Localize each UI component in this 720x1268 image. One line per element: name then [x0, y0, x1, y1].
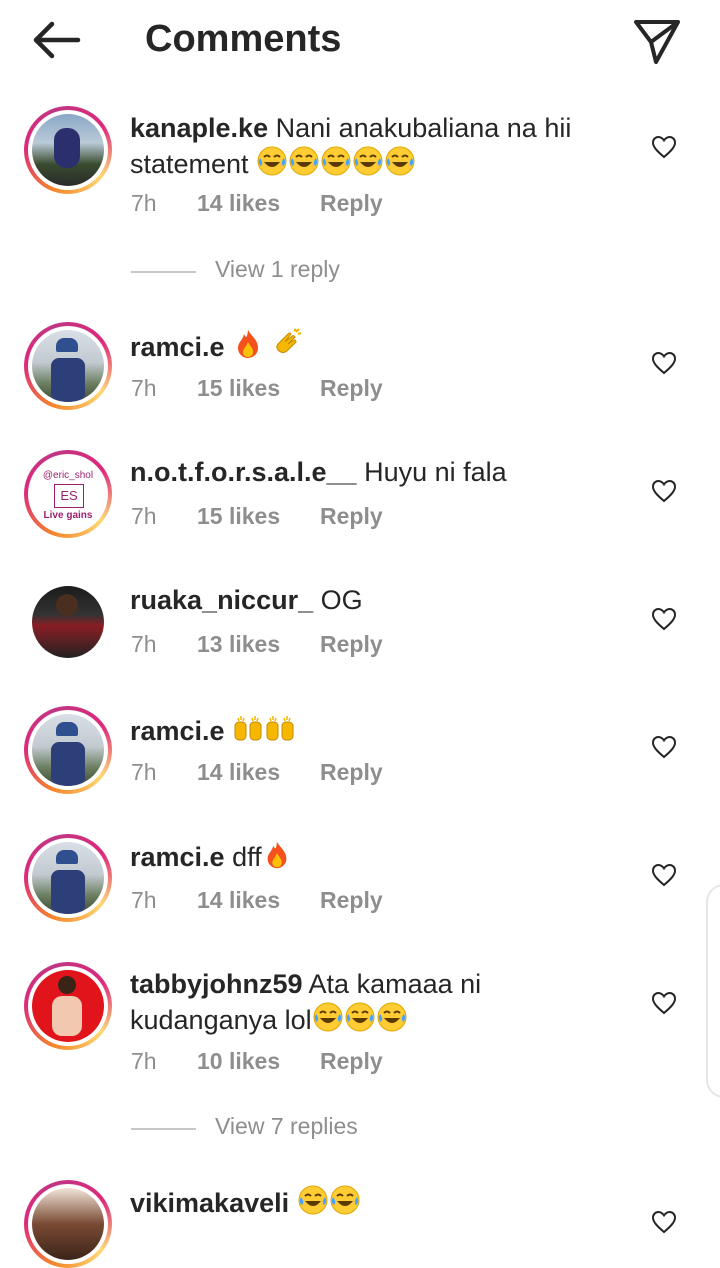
likes-count[interactable]: 14 likes: [197, 190, 280, 217]
comment-time: 7h: [131, 503, 157, 529]
scroll-handle[interactable]: [706, 884, 720, 1098]
comment-username[interactable]: kanaple.ke: [130, 113, 268, 143]
tears-of-joy-emoji: [256, 149, 416, 179]
send-icon[interactable]: [630, 16, 684, 66]
comment-time: 7h: [131, 631, 157, 657]
avatar[interactable]: [24, 706, 112, 794]
fire-emoji: [232, 332, 264, 362]
page-title: Comments: [145, 18, 342, 60]
comment-username[interactable]: n.o.t.f.o.r.s.a.l.e__: [130, 457, 357, 487]
comment-time: 7h: [131, 1048, 157, 1074]
heart-icon[interactable]: [651, 1210, 677, 1234]
avatar[interactable]: [24, 1180, 112, 1268]
comment-time: 7h: [131, 759, 157, 785]
likes-count[interactable]: 14 likes: [197, 759, 280, 786]
tears-of-joy-emoji: [297, 1188, 361, 1218]
back-arrow-icon[interactable]: [28, 18, 84, 62]
avatar[interactable]: [24, 962, 112, 1050]
comment-text: Huyu ni fala: [364, 457, 507, 487]
likes-count[interactable]: 15 likes: [197, 375, 280, 402]
likes-count[interactable]: 13 likes: [197, 631, 280, 658]
reply-button[interactable]: Reply: [320, 375, 383, 402]
comment-time: 7h: [131, 190, 157, 216]
heart-icon[interactable]: [651, 135, 677, 159]
heart-icon[interactable]: [651, 735, 677, 759]
divider: [131, 271, 196, 273]
likes-count[interactable]: 15 likes: [197, 503, 280, 530]
comment-time: 7h: [131, 887, 157, 913]
likes-count[interactable]: 14 likes: [197, 887, 280, 914]
avatar[interactable]: [24, 834, 112, 922]
reply-button[interactable]: Reply: [320, 190, 383, 217]
reply-button[interactable]: Reply: [320, 503, 383, 530]
reply-button[interactable]: Reply: [320, 1048, 383, 1075]
comment-username[interactable]: tabbyjohnz59: [130, 969, 303, 999]
comment-username[interactable]: vikimakaveli: [130, 1188, 289, 1218]
comment-time: 7h: [131, 375, 157, 401]
heart-icon[interactable]: [651, 351, 677, 375]
divider: [131, 1128, 196, 1130]
clapping-emoji: [272, 332, 304, 362]
comment-username[interactable]: ramci.e: [130, 842, 225, 872]
fire-emoji: [262, 842, 292, 872]
comment-username[interactable]: ramci.e: [130, 716, 225, 746]
top-bar: Comments: [0, 0, 720, 84]
raising-hands-emoji: [232, 716, 296, 746]
avatar[interactable]: [24, 578, 112, 666]
view-replies-button[interactable]: View 1 reply: [131, 256, 531, 286]
comment-username[interactable]: ruaka_niccur_: [130, 585, 313, 615]
avatar[interactable]: @eric_shol ES Live gains: [24, 450, 112, 538]
heart-icon[interactable]: [651, 479, 677, 503]
tears-of-joy-emoji: [312, 1005, 408, 1035]
comment-text: dff: [232, 842, 262, 872]
avatar[interactable]: [24, 106, 112, 194]
reply-button[interactable]: Reply: [320, 887, 383, 914]
heart-icon[interactable]: [651, 607, 677, 631]
avatar[interactable]: [24, 322, 112, 410]
reply-button[interactable]: Reply: [320, 759, 383, 786]
comment-username[interactable]: ramci.e: [130, 332, 225, 362]
heart-icon[interactable]: [651, 991, 677, 1015]
heart-icon[interactable]: [651, 863, 677, 887]
likes-count[interactable]: 10 likes: [197, 1048, 280, 1075]
comment-text: OG: [320, 585, 363, 615]
view-replies-button[interactable]: View 7 replies: [131, 1113, 531, 1143]
reply-button[interactable]: Reply: [320, 631, 383, 658]
